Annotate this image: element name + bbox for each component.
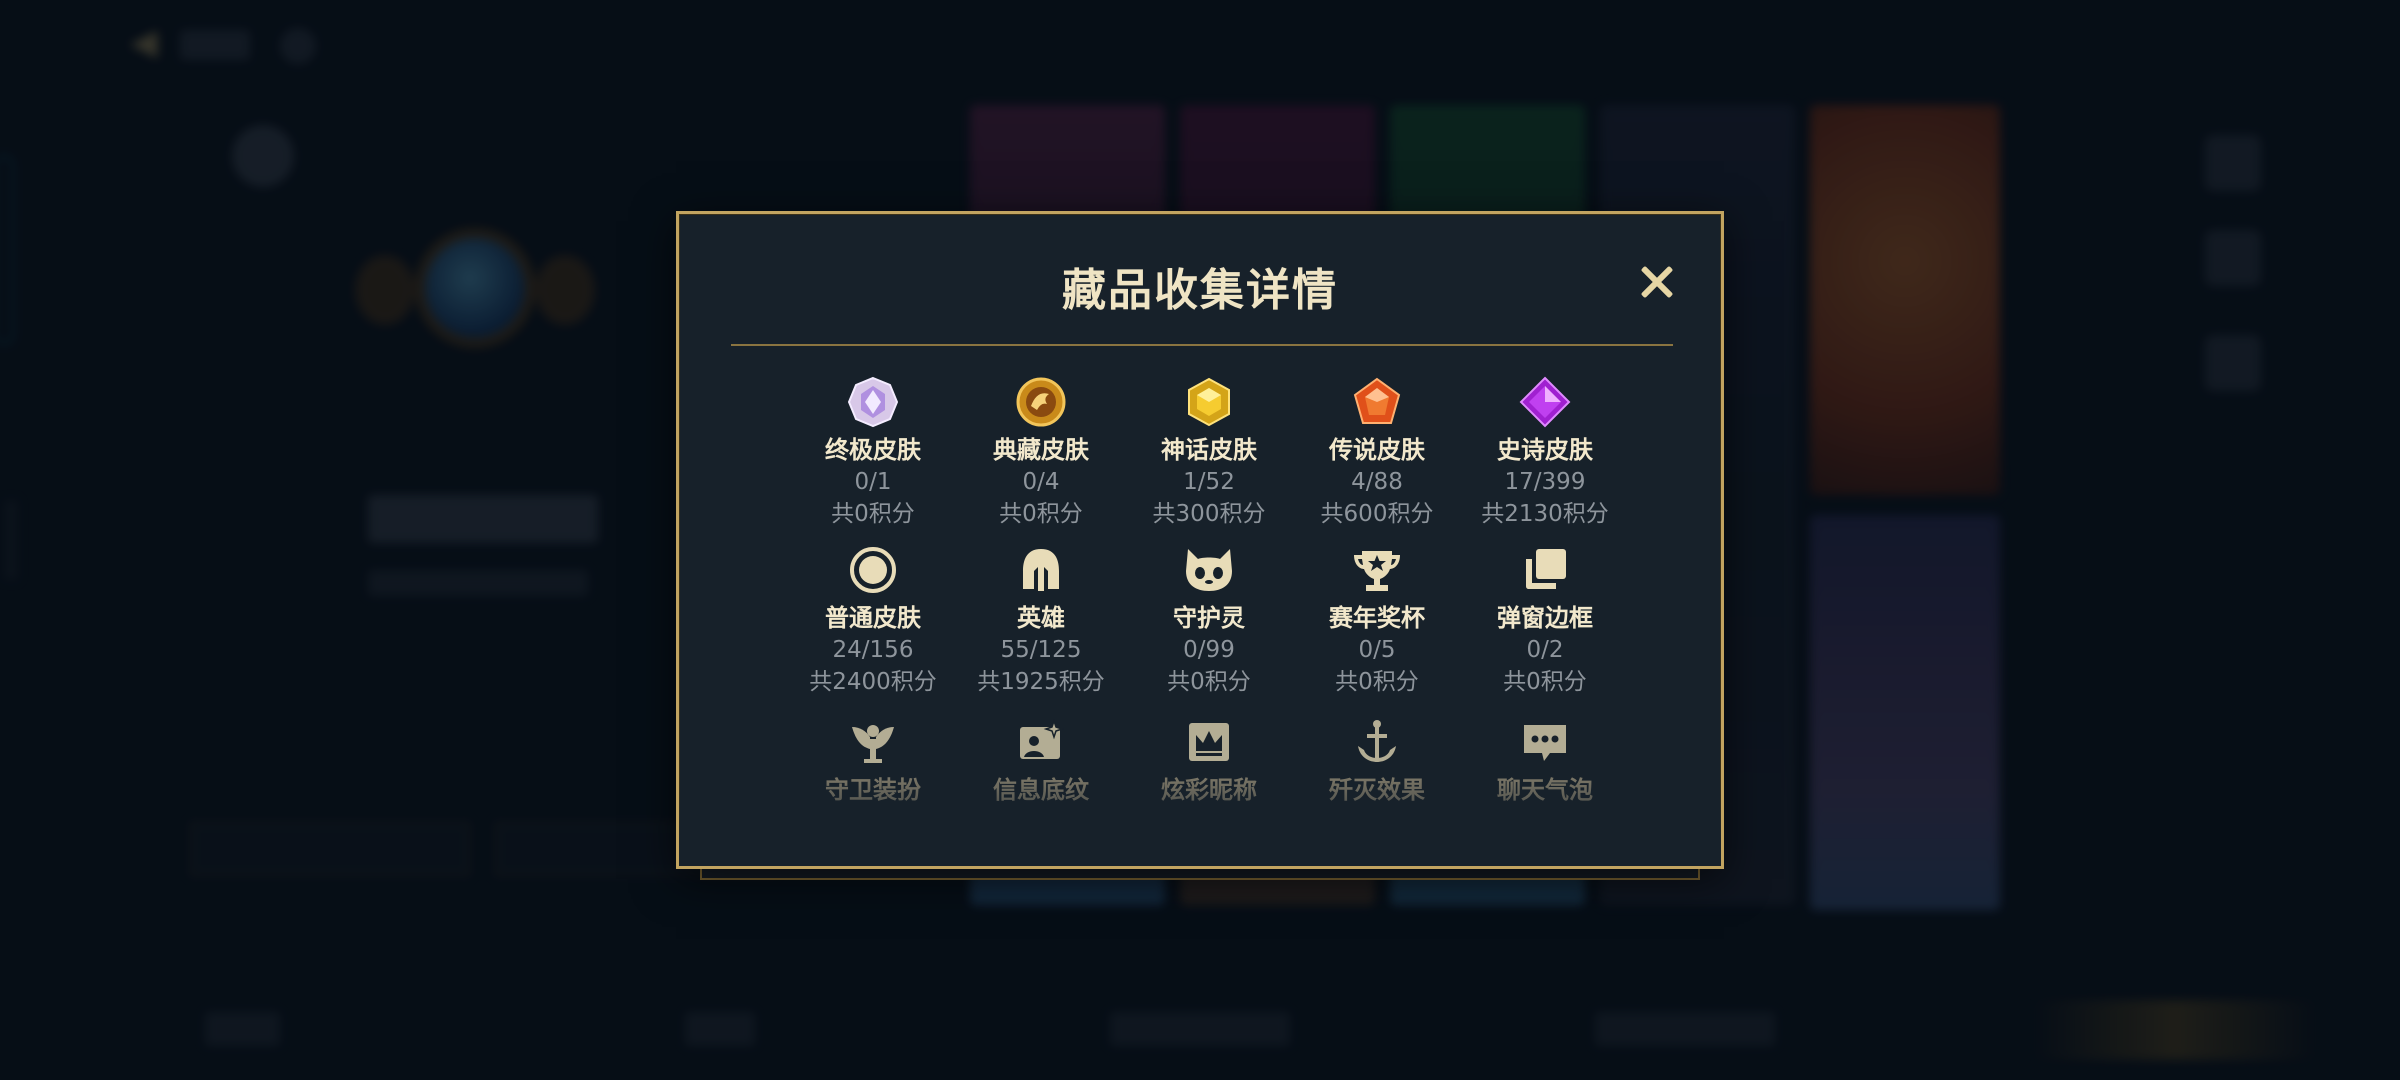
guardian-pet-icon bbox=[1181, 542, 1237, 598]
dragon-coin-icon bbox=[1013, 374, 1069, 430]
item-points: 共0积分 bbox=[1167, 669, 1251, 695]
stacked-frames-icon bbox=[1517, 542, 1573, 598]
item-name: 歼灭效果 bbox=[1329, 776, 1425, 804]
collection-item-heroes[interactable]: 英雄 55/125 共1925积分 bbox=[957, 542, 1125, 698]
crown-card-icon bbox=[1181, 714, 1237, 770]
close-icon[interactable] bbox=[1633, 258, 1681, 306]
collection-item-elimination-effect[interactable]: 歼灭效果 bbox=[1293, 714, 1461, 806]
item-name: 神话皮肤 bbox=[1161, 436, 1257, 464]
epic-gem-icon bbox=[1517, 374, 1573, 430]
item-points: 共0积分 bbox=[1503, 669, 1587, 695]
item-count: 0/2 bbox=[1526, 637, 1564, 663]
item-count: 55/125 bbox=[1000, 637, 1082, 663]
collection-item-guardian[interactable]: 守护灵 0/99 共0积分 bbox=[1125, 542, 1293, 698]
item-name: 史诗皮肤 bbox=[1497, 436, 1593, 464]
item-points: 共300积分 bbox=[1152, 501, 1266, 527]
item-count: 0/1 bbox=[854, 469, 892, 495]
item-points: 共1925积分 bbox=[977, 669, 1105, 695]
item-name: 信息底纹 bbox=[993, 776, 1089, 804]
item-name: 传说皮肤 bbox=[1329, 436, 1425, 464]
item-count: 24/156 bbox=[832, 637, 914, 663]
item-points: 共600积分 bbox=[1320, 501, 1434, 527]
chat-bubble-icon bbox=[1517, 714, 1573, 770]
item-name: 典藏皮肤 bbox=[993, 436, 1089, 464]
collection-item-normal[interactable]: 普通皮肤 24/156 共2400积分 bbox=[789, 542, 957, 698]
collection-item-season-trophy[interactable]: 赛年奖杯 0/5 共0积分 bbox=[1293, 542, 1461, 698]
item-count: 4/88 bbox=[1351, 469, 1403, 495]
item-count: 0/5 bbox=[1358, 637, 1396, 663]
collection-item-info-banner[interactable]: 信息底纹 bbox=[957, 714, 1125, 806]
ultimate-gem-icon bbox=[845, 374, 901, 430]
legendary-gem-icon bbox=[1349, 374, 1405, 430]
item-name: 炫彩昵称 bbox=[1161, 776, 1257, 804]
collection-item-chat-bubble[interactable]: 聊天气泡 bbox=[1461, 714, 1629, 806]
item-points: 共0积分 bbox=[1335, 669, 1419, 695]
item-points: 共0积分 bbox=[831, 501, 915, 527]
helmet-icon bbox=[1013, 542, 1069, 598]
item-name: 英雄 bbox=[1017, 604, 1065, 632]
item-name: 守卫装扮 bbox=[825, 776, 921, 804]
collection-item-prestige[interactable]: 典藏皮肤 0/4 共0积分 bbox=[957, 374, 1125, 530]
title-divider bbox=[731, 344, 1673, 346]
item-points: 共2400积分 bbox=[809, 669, 937, 695]
item-points: 共2130积分 bbox=[1481, 501, 1609, 527]
modal-title: 藏品收集详情 bbox=[1062, 265, 1338, 316]
item-count: 17/399 bbox=[1504, 469, 1586, 495]
collection-details-modal: 藏品收集详情 终极皮肤 0/1 共0积分 典藏皮肤 0/4 共0积分 神话皮肤 … bbox=[676, 211, 1724, 869]
ring-icon bbox=[845, 542, 901, 598]
item-count: 0/99 bbox=[1183, 637, 1235, 663]
collection-item-epic[interactable]: 史诗皮肤 17/399 共2130积分 bbox=[1461, 374, 1629, 530]
anchor-sword-icon bbox=[1349, 714, 1405, 770]
item-count: 0/4 bbox=[1022, 469, 1060, 495]
item-name: 聊天气泡 bbox=[1497, 776, 1593, 804]
collection-item-legendary[interactable]: 传说皮肤 4/88 共600积分 bbox=[1293, 374, 1461, 530]
collection-item-popup-frame[interactable]: 弹窗边框 0/2 共0积分 bbox=[1461, 542, 1629, 698]
mythic-gem-icon bbox=[1181, 374, 1237, 430]
collection-item-color-nickname[interactable]: 炫彩昵称 bbox=[1125, 714, 1293, 806]
trophy-icon bbox=[1349, 542, 1405, 598]
ward-icon bbox=[845, 714, 901, 770]
collection-item-ultimate[interactable]: 终极皮肤 0/1 共0积分 bbox=[789, 374, 957, 530]
item-name: 赛年奖杯 bbox=[1329, 604, 1425, 632]
item-points: 共0积分 bbox=[999, 501, 1083, 527]
item-name: 终极皮肤 bbox=[825, 436, 921, 464]
banner-sparkle-icon bbox=[1013, 714, 1069, 770]
collection-item-mythic[interactable]: 神话皮肤 1/52 共300积分 bbox=[1125, 374, 1293, 530]
item-count: 1/52 bbox=[1183, 469, 1235, 495]
collection-item-ward-skin[interactable]: 守卫装扮 bbox=[789, 714, 957, 806]
item-name: 弹窗边框 bbox=[1497, 604, 1593, 632]
item-name: 普通皮肤 bbox=[825, 604, 921, 632]
item-name: 守护灵 bbox=[1173, 604, 1245, 632]
